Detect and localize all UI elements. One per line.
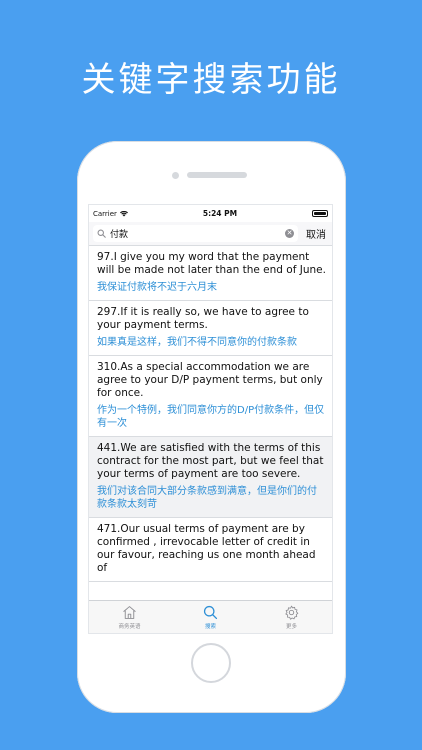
search-input[interactable]: 付款 ✕ [93, 225, 298, 242]
list-item[interactable]: 471.Our usual terms of payment are by co… [89, 518, 332, 582]
sentence-english: 97.I give you my word that the payment w… [97, 251, 326, 276]
wifi-icon [119, 210, 128, 216]
tab-label: 更多 [285, 624, 297, 630]
tab-more[interactable]: 更多 [251, 601, 332, 633]
tab-business-english[interactable]: 商务英语 [89, 601, 170, 633]
headline: 关键字搜索功能 [81, 60, 341, 100]
tab-search[interactable]: 搜索 [170, 601, 251, 633]
home-icon [123, 606, 136, 619]
search-bar: 付款 ✕ 取消 [89, 222, 332, 246]
cancel-button[interactable]: 取消 [304, 226, 328, 241]
home-button [191, 643, 231, 683]
earpiece-speaker [187, 172, 247, 178]
clear-icon[interactable]: ✕ [285, 229, 294, 238]
search-icon [97, 229, 106, 238]
tab-label: 搜索 [204, 624, 216, 630]
battery-icon [312, 210, 328, 217]
sentence-english: 297.If it is really so, we have to agree… [97, 306, 309, 331]
results-list[interactable]: 97.I give you my word that the payment w… [89, 246, 332, 612]
tab-bar: 商务英语 搜索 更多 [89, 600, 332, 633]
app-screen: Carrier 5:24 PM 付款 ✕ 取消 97.I give you my… [88, 204, 333, 634]
sentence-chinese: 作为一个特例，我们同意你方的D/P付款条件，但仅有一次 [97, 405, 325, 429]
sentence-chinese: 我们对该合同大部分条款感到满意，但是你们的付款条款太刻苛 [97, 486, 317, 510]
status-bar: Carrier 5:24 PM [89, 205, 332, 222]
sentence-chinese: 如果真是这样，我们不得不同意你的付款条款 [97, 337, 297, 348]
sentence-chinese: 我保证付款将不迟于六月末 [97, 282, 217, 293]
list-item[interactable]: 441.We are satisfied with the terms of t… [89, 437, 332, 518]
clock: 5:24 PM [202, 209, 238, 218]
front-camera [172, 172, 179, 179]
tab-label: 商务英语 [118, 624, 141, 630]
search-icon [203, 605, 218, 620]
carrier-label: Carrier [93, 209, 117, 218]
search-query: 付款 [110, 230, 129, 240]
sentence-english: 441.We are satisfied with the terms of t… [97, 442, 324, 480]
list-item[interactable]: 97.I give you my word that the payment w… [89, 246, 332, 301]
list-item[interactable]: 310.As a special accommodation we are ag… [89, 356, 332, 437]
sentence-english: 471.Our usual terms of payment are by co… [97, 523, 316, 574]
gear-icon [285, 605, 299, 620]
sentence-english: 310.As a special accommodation we are ag… [97, 361, 323, 399]
list-item[interactable]: 297.If it is really so, we have to agree… [89, 301, 332, 356]
